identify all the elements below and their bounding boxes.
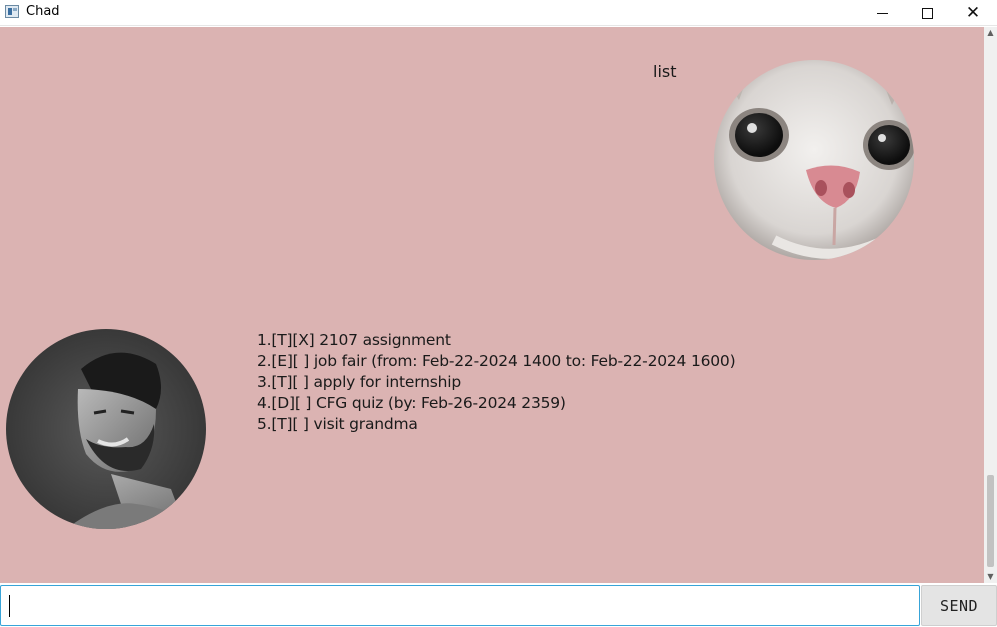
task-line: 5.[T][ ] visit grandma bbox=[257, 415, 418, 433]
task-line: 4.[D][ ] CFG quiz (by: Feb-26-2024 2359) bbox=[257, 394, 566, 412]
maximize-icon bbox=[921, 7, 933, 19]
cat-face-avatar bbox=[714, 60, 914, 260]
task-line: 1.[T][X] 2107 assignment bbox=[257, 331, 451, 349]
send-button[interactable]: SEND bbox=[921, 585, 997, 626]
close-icon: ✕ bbox=[965, 2, 981, 23]
bot-response: 1.[T][X] 2107 assignment 2.[E][ ] job fa… bbox=[257, 330, 736, 435]
minimize-icon bbox=[876, 12, 888, 14]
window-title: Chad bbox=[26, 4, 60, 19]
message-input[interactable] bbox=[0, 585, 920, 626]
chat-scrollbar[interactable]: ▲ ▼ bbox=[984, 27, 997, 583]
user-message-text: list bbox=[653, 62, 677, 81]
scroll-down-icon[interactable]: ▼ bbox=[986, 572, 995, 581]
chat-dialog-area[interactable]: list 1.[T][X] 2107 assignment 2.[E][] j… bbox=[0, 27, 984, 583]
app-window-icon bbox=[5, 5, 19, 18]
title-bar: Chad ✕ bbox=[0, 0, 997, 26]
close-button[interactable]: ✕ bbox=[950, 0, 996, 26]
chad-face-avatar bbox=[6, 329, 206, 529]
task-line: 3.[T][ ] apply for internship bbox=[257, 373, 462, 391]
scroll-up-icon[interactable]: ▲ bbox=[986, 28, 995, 37]
text-caret bbox=[9, 595, 10, 617]
scroll-thumb[interactable] bbox=[987, 475, 994, 567]
maximize-button[interactable] bbox=[904, 0, 950, 26]
task-line: 2.[E][ ] job fair (from: Feb-22-2024 140… bbox=[257, 352, 736, 370]
minimize-button[interactable] bbox=[859, 0, 905, 26]
